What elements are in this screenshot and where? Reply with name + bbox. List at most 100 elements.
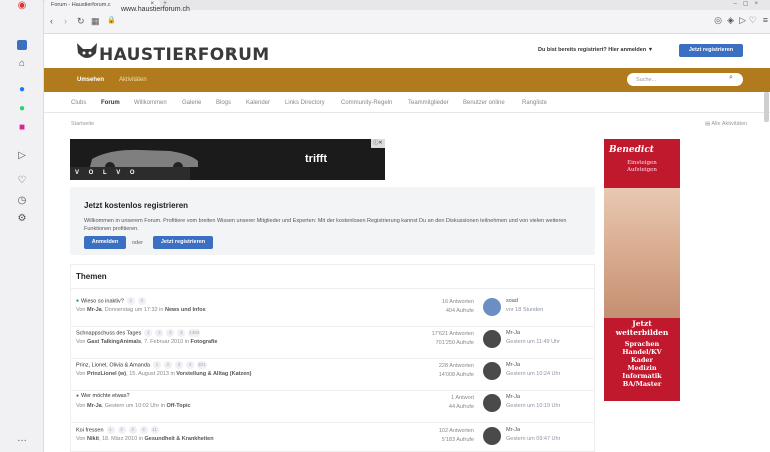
settings-icon[interactable]: ⚙: [0, 213, 44, 225]
page-badge[interactable]: 4: [139, 426, 148, 434]
last-post-user[interactable]: Mr-Ja: [506, 426, 560, 435]
last-post-time[interactable]: vor 18 Stunden: [506, 306, 543, 315]
topic-author[interactable]: Nikit: [87, 436, 99, 442]
shield-icon[interactable]: ◈: [727, 15, 734, 26]
page-badge[interactable]: 1: [126, 297, 135, 305]
topic-title-text[interactable]: Wieso so inaktiv?: [81, 298, 124, 304]
breadcrumb[interactable]: Startseite: [71, 121, 94, 127]
flow-icon[interactable]: ▷: [0, 150, 44, 162]
nav-umsehen[interactable]: Umsehen: [77, 77, 104, 83]
page-badge[interactable]: 1: [152, 361, 161, 369]
topic-title[interactable]: Schnappschuss des Tages 1 2 3 4 1383: [76, 329, 201, 337]
heart-icon[interactable]: ♡: [0, 175, 44, 187]
heart-icon[interactable]: ♡: [749, 15, 757, 26]
topic-title-text[interactable]: Schnappschuss des Tages: [76, 330, 141, 336]
topic-title-text[interactable]: Wer möchte etwas?: [81, 393, 130, 399]
topic-forum[interactable]: News und Infos: [165, 307, 206, 313]
last-post-user[interactable]: Mr-Ja: [506, 329, 560, 338]
topic-author[interactable]: Gast TalkingAnimals: [87, 339, 141, 345]
avatar[interactable]: [483, 298, 501, 316]
address-bar[interactable]: www.haustierforum.ch: [121, 6, 190, 13]
subnav-galerie[interactable]: Galerie: [182, 100, 201, 106]
page-badge[interactable]: 11: [150, 426, 159, 434]
more-icon[interactable]: …: [0, 433, 44, 445]
page-badge[interactable]: 3: [128, 426, 137, 434]
last-post-time[interactable]: Gestern um 11:49 Uhr: [506, 338, 560, 347]
page-badge[interactable]: 1: [144, 329, 153, 337]
subnav-forum[interactable]: Forum: [101, 100, 120, 106]
topic-forum[interactable]: Gesundheit & Krankheiten: [145, 436, 214, 442]
last-post-user[interactable]: soad: [506, 297, 543, 306]
site-logo[interactable]: HAUSTIERFORUM: [99, 45, 270, 65]
topic-author[interactable]: Mr-Ja: [87, 307, 102, 313]
subnav-willkommen[interactable]: Willkommen: [134, 100, 167, 106]
topic-row[interactable]: ● Wieso so inaktiv? 1 2 Von Mr-Ja, Donnerst…: [70, 292, 595, 327]
send-icon[interactable]: ▷: [739, 15, 746, 26]
topic-title[interactable]: ● Wieso so inaktiv? 1 2: [76, 297, 146, 305]
search-icon[interactable]: ⌕: [729, 74, 733, 82]
subnav-online[interactable]: Benutzer online: [463, 100, 505, 106]
last-post-time[interactable]: Gestern um 10:19 Uhr: [506, 402, 560, 411]
avatar[interactable]: [483, 330, 501, 348]
topic-forum[interactable]: Fotografie: [191, 339, 218, 345]
menu-icon[interactable]: ≡: [763, 15, 768, 25]
last-post-user[interactable]: Mr-Ja: [506, 393, 560, 402]
topic-forum[interactable]: Vorstellung & Alltag (Katzen): [176, 371, 251, 377]
avatar[interactable]: [483, 362, 501, 380]
topic-title[interactable]: ● Wer möchte etwas?: [76, 393, 130, 399]
login-button[interactable]: Anmelden: [84, 236, 126, 249]
page-badge[interactable]: 1383: [188, 329, 201, 337]
ad-close-icon[interactable]: ⓘ✕: [371, 139, 385, 148]
page-badge[interactable]: 4: [185, 361, 194, 369]
subnav-links[interactable]: Links Directory: [285, 100, 325, 106]
scrollbar[interactable]: [764, 92, 769, 122]
last-post-time[interactable]: Gestern um 09:47 Uhr: [506, 435, 560, 444]
page-badge[interactable]: 3: [174, 361, 183, 369]
home-icon[interactable]: ⌂: [0, 58, 44, 70]
subnav-team[interactable]: Teammitglieder: [408, 100, 449, 106]
back-icon[interactable]: ‹: [50, 16, 53, 26]
topic-title-text[interactable]: Koi fressen: [76, 427, 104, 433]
topic-title-text[interactable]: Prinz, Lionel, Olivia & Amanda: [76, 362, 150, 368]
avatar[interactable]: [483, 394, 501, 412]
forward-icon[interactable]: ›: [64, 16, 67, 26]
reload-icon[interactable]: ↻: [77, 16, 85, 27]
page-badge[interactable]: 4: [177, 329, 186, 337]
topic-author[interactable]: Mr-Ja: [87, 403, 102, 409]
page-badge[interactable]: 1: [106, 426, 115, 434]
page-badge[interactable]: 2: [137, 297, 146, 305]
avatar[interactable]: [483, 427, 501, 445]
whatsapp-icon[interactable]: ●: [0, 103, 44, 115]
instagram-icon[interactable]: ■: [0, 122, 44, 134]
topic-row[interactable]: Koi fressen 1 2 3 4 11 Von Nikit, 18. März 20…: [70, 421, 595, 452]
topic-row[interactable]: ● Wer möchte etwas? Von Mr-Ja, Gestern um…: [70, 388, 595, 423]
messenger-icon[interactable]: ●: [0, 84, 44, 96]
topic-row[interactable]: Schnappschuss des Tages 1 2 3 4 1383 Von Gast…: [70, 324, 595, 359]
topic-row[interactable]: Prinz, Lionel, Olivia & Amanda 1 2 3 4 301 Vo…: [70, 356, 595, 391]
last-post-time[interactable]: Gestern um 10:24 Uhr: [506, 370, 560, 379]
nav-aktivitaeten[interactable]: Aktivitäten: [119, 77, 147, 83]
window-controls[interactable]: –▢×: [733, 0, 764, 7]
apps-grid-icon[interactable]: ▦: [91, 16, 100, 27]
camera-icon[interactable]: ◎: [714, 15, 722, 26]
login-link[interactable]: Du bist bereits registriert? Hier anmeld…: [538, 47, 653, 53]
opera-icon[interactable]: ◉: [0, 0, 44, 12]
topic-author[interactable]: PrinzLionel (w): [87, 371, 126, 377]
page-badge[interactable]: 301: [196, 361, 207, 369]
register-box-button[interactable]: Jetzt registrieren: [153, 236, 213, 249]
subnav-blogs[interactable]: Blogs: [216, 100, 231, 106]
workspace-icon[interactable]: [0, 40, 44, 54]
topic-forum[interactable]: Off-Topic: [167, 403, 191, 409]
page-badge[interactable]: 2: [155, 329, 164, 337]
subnav-rangliste[interactable]: Rangliste: [522, 100, 547, 106]
page-badge[interactable]: 2: [117, 426, 126, 434]
subnav-clubs[interactable]: Clubs: [71, 100, 86, 106]
page-badge[interactable]: 3: [166, 329, 175, 337]
topic-title[interactable]: Prinz, Lionel, Olivia & Amanda 1 2 3 4 301: [76, 361, 207, 369]
page-badge[interactable]: 2: [163, 361, 172, 369]
last-post-user[interactable]: Mr-Ja: [506, 361, 560, 370]
history-icon[interactable]: ◷: [0, 195, 44, 207]
all-activity-link[interactable]: ▤ Alle Aktivitäten: [705, 121, 747, 127]
subnav-regeln[interactable]: Community-Regeln: [341, 100, 392, 106]
register-button[interactable]: Jetzt registrieren: [679, 44, 743, 57]
